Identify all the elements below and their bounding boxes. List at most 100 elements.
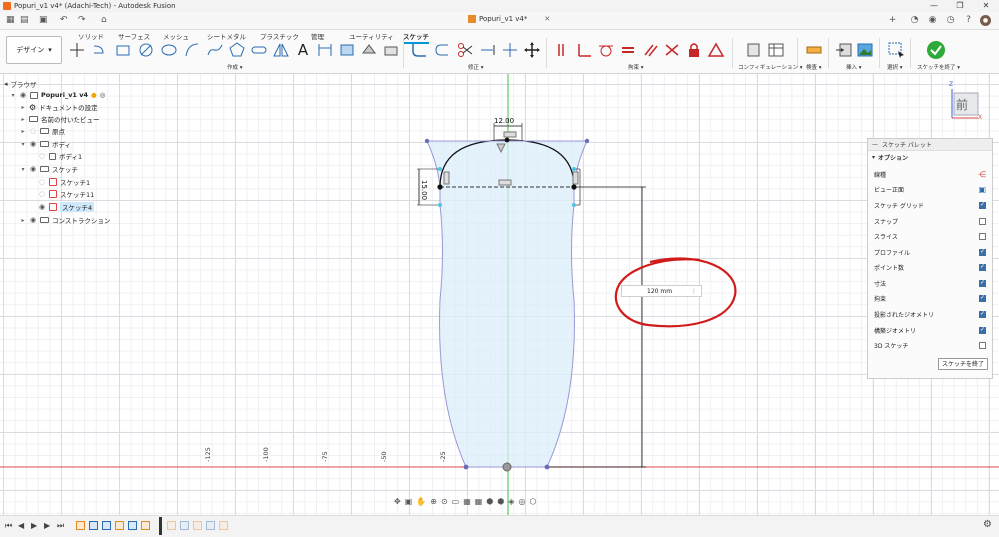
minimize-button[interactable]: — bbox=[921, 0, 947, 12]
construction-geometry-checkbox[interactable] bbox=[979, 326, 986, 334]
three-point-arc-icon[interactable] bbox=[182, 40, 202, 60]
grid-menu-icon[interactable]: ▦ bbox=[6, 15, 15, 25]
expand-arrow-icon[interactable]: ▸ bbox=[20, 217, 26, 224]
vertical-constraint-icon[interactable] bbox=[572, 171, 579, 185]
orbit-icon[interactable]: ✥ bbox=[394, 497, 401, 506]
finish-sketch-group-label[interactable]: スケッチを終了 ▾ bbox=[917, 63, 960, 71]
insert-derive-icon[interactable] bbox=[834, 40, 854, 60]
inspect-group-label[interactable]: 検査 ▾ bbox=[806, 63, 822, 71]
sketch-point[interactable] bbox=[437, 184, 443, 190]
palette-row-snap[interactable]: スナップ bbox=[874, 215, 986, 227]
zoom-icon[interactable]: ⊕ bbox=[430, 497, 437, 506]
more-options-icon[interactable]: ⋮ bbox=[691, 288, 697, 295]
redo-icon[interactable]: ↷ bbox=[78, 15, 86, 25]
3d-sketch-checkbox[interactable] bbox=[979, 341, 986, 349]
file-menu-icon[interactable]: ▤ bbox=[20, 15, 29, 25]
radio-active-icon[interactable]: ◎ bbox=[100, 91, 106, 99]
browser-item-root[interactable]: ▾ ◉ Popuri_v1 v4 ● ◎ bbox=[10, 89, 105, 101]
expand-arrow-icon[interactable]: ▸ bbox=[20, 128, 26, 135]
sketch-grid-checkbox[interactable] bbox=[979, 201, 986, 209]
sketch-point[interactable] bbox=[438, 203, 442, 207]
home-icon[interactable]: ⌂ bbox=[101, 15, 107, 25]
text-tool-icon[interactable]: A bbox=[293, 40, 313, 60]
points-checkbox[interactable] bbox=[979, 263, 986, 271]
sketch-point[interactable] bbox=[504, 137, 510, 143]
timeline-extrude-icon[interactable] bbox=[89, 521, 98, 530]
palette-header[interactable]: — スケッチ パレット bbox=[868, 139, 992, 151]
timeline-feature-icon[interactable] bbox=[180, 521, 189, 530]
step-forward-icon[interactable]: ▶ bbox=[44, 521, 50, 530]
browser-item-body1[interactable]: ◌ ボディ1 bbox=[38, 150, 82, 162]
move-copy-icon[interactable] bbox=[522, 40, 542, 60]
create-group-label[interactable]: 作成 ▾ bbox=[227, 63, 243, 71]
close-window-button[interactable]: ✕ bbox=[973, 0, 999, 12]
parallel-constraint-icon[interactable] bbox=[640, 40, 660, 60]
options-section-header[interactable]: ▾ オプション bbox=[868, 151, 992, 163]
dimensions-checkbox[interactable] bbox=[979, 279, 986, 287]
slice-checkbox[interactable] bbox=[979, 232, 986, 240]
extensions-icon[interactable]: ◔ bbox=[909, 15, 920, 26]
close-tab-icon[interactable]: ✕ bbox=[544, 15, 550, 23]
construction-linetype-icon[interactable]: ⋲ bbox=[978, 170, 986, 179]
timeline-feature-icon[interactable] bbox=[102, 521, 111, 530]
equal-constraint-icon[interactable] bbox=[618, 40, 638, 60]
configuration-icon[interactable] bbox=[744, 40, 764, 60]
collapse-icon[interactable]: ◂ bbox=[4, 80, 8, 88]
sketch-point[interactable] bbox=[572, 203, 576, 207]
line-tool-icon[interactable] bbox=[67, 40, 87, 60]
sketch-point[interactable] bbox=[463, 464, 469, 470]
dimension-tool-icon[interactable] bbox=[315, 40, 335, 60]
polygon-tool-icon[interactable] bbox=[227, 40, 247, 60]
finish-sketch-button[interactable]: スケッチを終了 bbox=[938, 358, 988, 370]
eye-off-icon[interactable]: ◌ bbox=[38, 178, 46, 186]
sketch-point[interactable] bbox=[438, 167, 442, 171]
intersect-tool-icon[interactable] bbox=[381, 40, 401, 60]
sketch-profile[interactable] bbox=[426, 140, 588, 468]
collapse-arrow-icon[interactable]: ▾ bbox=[10, 92, 16, 99]
snap-checkbox[interactable] bbox=[979, 217, 986, 225]
timeline-sketch-icon[interactable] bbox=[141, 521, 150, 530]
cube-view-icon[interactable]: ⬢ bbox=[486, 497, 493, 506]
insert-group-label[interactable]: 挿入 ▾ bbox=[846, 63, 862, 71]
play-icon[interactable]: ▶ bbox=[31, 521, 37, 530]
workspace-switcher-button[interactable]: デザイン ▾ bbox=[6, 36, 62, 64]
undo-icon[interactable]: ↶ bbox=[60, 15, 68, 25]
constraints-checkbox[interactable] bbox=[979, 294, 986, 302]
timeline-settings-gear-icon[interactable]: ⚙ bbox=[983, 519, 992, 530]
palette-row-constraints[interactable]: 拘束 bbox=[874, 292, 986, 304]
trim-tool-icon[interactable] bbox=[455, 40, 475, 60]
palette-row-sketch-grid[interactable]: スケッチ グリッド bbox=[874, 199, 986, 211]
dimension-value-input[interactable]: 120 mm ⋮ bbox=[621, 285, 702, 297]
view-cube[interactable]: 前 Z X bbox=[949, 81, 982, 121]
collapse-arrow-icon[interactable]: ▾ bbox=[20, 141, 26, 148]
pan-icon[interactable]: ✋ bbox=[416, 497, 426, 506]
display-settings-icon[interactable]: ▭ bbox=[452, 497, 460, 506]
slot-tool-icon[interactable] bbox=[249, 40, 269, 60]
sketch-point[interactable] bbox=[584, 138, 590, 144]
project-tool-icon[interactable] bbox=[337, 40, 357, 60]
collinear-constraint-icon[interactable] bbox=[662, 40, 682, 60]
finish-sketch-icon[interactable] bbox=[926, 40, 946, 60]
expand-arrow-icon[interactable]: ▸ bbox=[20, 104, 26, 111]
eye-icon[interactable]: ◉ bbox=[38, 203, 46, 211]
timeline-feature-icon[interactable] bbox=[128, 521, 137, 530]
palette-row-slice[interactable]: スライス bbox=[874, 230, 986, 242]
avatar[interactable]: ● bbox=[980, 15, 991, 26]
browser-item-doc-settings[interactable]: ▸ ⚙ ドキュメントの設定 bbox=[20, 101, 97, 113]
extend-tool-icon[interactable] bbox=[478, 40, 498, 60]
timeline-sketch-icon[interactable] bbox=[219, 521, 228, 530]
browser-item-sketches[interactable]: ▾ ◉ スケッチ bbox=[20, 163, 78, 175]
constraints-group-label[interactable]: 拘束 ▾ bbox=[628, 63, 644, 71]
configuration-table-icon[interactable] bbox=[766, 40, 786, 60]
expand-arrow-icon[interactable]: ▸ bbox=[20, 116, 26, 123]
break-tool-icon[interactable] bbox=[500, 40, 520, 60]
browser-item-bodies[interactable]: ▾ ◉ ボディ bbox=[20, 138, 71, 150]
chevron-down-icon[interactable]: ▾ bbox=[872, 154, 875, 161]
palette-row-points[interactable]: ポイント数 bbox=[874, 261, 986, 273]
modify-group-label[interactable]: 修正 ▾ bbox=[468, 63, 484, 71]
sketch-point[interactable] bbox=[571, 184, 577, 190]
sketch-point[interactable] bbox=[424, 138, 430, 144]
effects-icon[interactable]: ◎ bbox=[518, 497, 525, 506]
job-status-icon[interactable]: ◉ bbox=[927, 15, 938, 26]
section-view-icon[interactable]: ◈ bbox=[508, 497, 514, 506]
